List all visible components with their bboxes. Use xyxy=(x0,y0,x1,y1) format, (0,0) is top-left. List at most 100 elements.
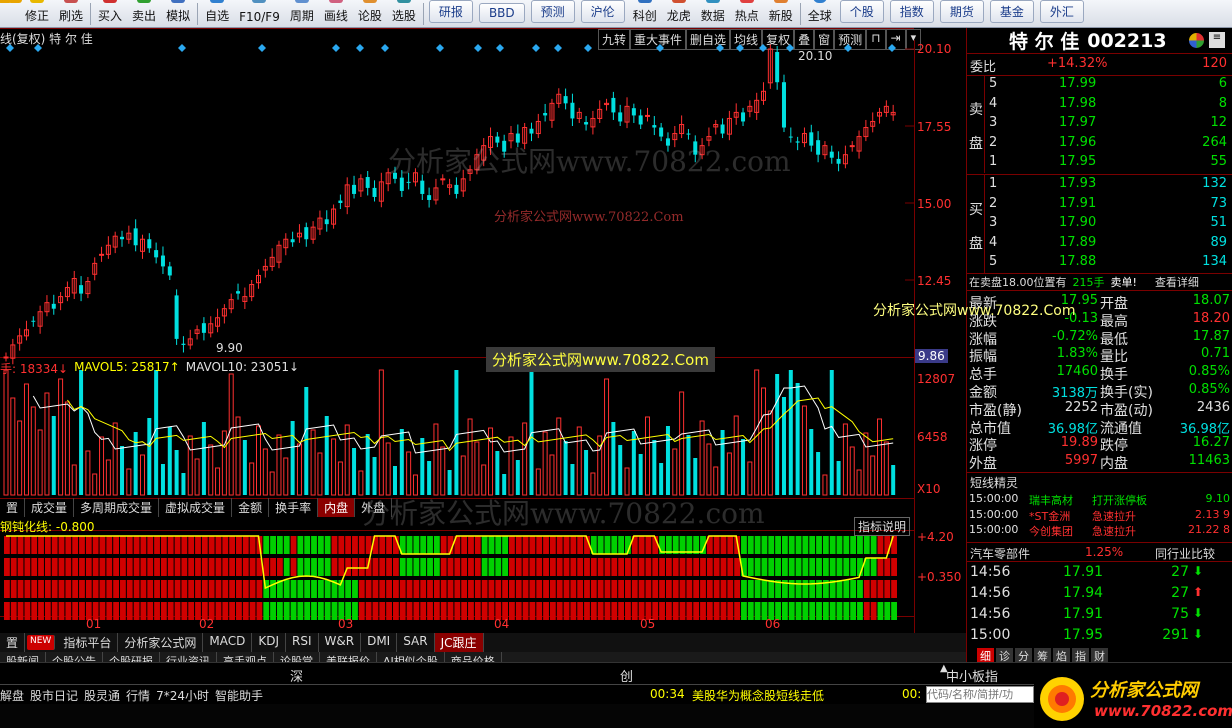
toolbar-item-7[interactable]: 周期 xyxy=(285,0,319,27)
formula-tab-1[interactable]: 指标平台 xyxy=(57,633,119,652)
bottom-link-2[interactable]: 股灵通 xyxy=(84,687,120,704)
buy-order-row[interactable]: 4 17.89 89 xyxy=(967,235,1232,254)
menu-icon[interactable]: ≡ xyxy=(1209,32,1225,48)
market-tab-4[interactable]: 外汇 xyxy=(1039,0,1084,23)
panel-tab-6[interactable]: 财 xyxy=(1091,648,1108,663)
short-elf-row[interactable]: 15:00:00 瑞丰高材 打开涨停板 9.10 xyxy=(967,492,1232,507)
indicator-explain-button[interactable]: 指标说明 xyxy=(854,517,911,536)
news-ticker[interactable]: 美股华为概念股短线走低 xyxy=(692,687,824,704)
formula-tab-0[interactable]: 置 xyxy=(0,633,26,652)
indicator-tab-2[interactable]: 多周期成交量 xyxy=(74,498,160,517)
volume-bar xyxy=(454,370,459,495)
round-button-7[interactable]: 热点 xyxy=(730,0,764,27)
short-elf-row[interactable]: 15:00:00 今创集团 急速拉升 21.22 8 xyxy=(967,523,1232,538)
sell-order-row[interactable]: 3 17.97 12 xyxy=(967,115,1232,134)
collapse-icon[interactable]: ▲ xyxy=(940,663,948,674)
formula-tab-8[interactable]: SAR xyxy=(397,633,435,652)
buy-order-row[interactable]: 5 17.88 134 xyxy=(967,254,1232,273)
toolbar-item-0[interactable]: 修正 xyxy=(20,0,54,27)
forward-button[interactable] xyxy=(8,0,22,27)
toolbar-item-10[interactable]: 选股 xyxy=(387,0,421,27)
volume-bar xyxy=(618,445,623,495)
round-button-6[interactable]: 数据 xyxy=(696,0,730,27)
toolbar-item-5[interactable]: 自选 xyxy=(200,0,234,27)
market-tab-3[interactable]: 基金 xyxy=(989,0,1034,23)
round-button-4[interactable]: 科创 xyxy=(628,0,662,27)
buy-order-row[interactable]: 2 17.91 73 xyxy=(967,196,1232,215)
round-button-5[interactable]: 龙虎 xyxy=(662,0,696,27)
round-button-0[interactable]: 研报 xyxy=(428,0,473,23)
sell-order-row[interactable]: 4 17.98 8 xyxy=(967,96,1232,115)
indicator-tab-5[interactable]: 换手率 xyxy=(269,498,319,517)
short-elf-row[interactable]: 15:00:00 *ST金洲 急速拉升 2.13 9 xyxy=(967,508,1232,523)
market-tab-2[interactable]: 期货 xyxy=(939,0,984,23)
formula-tab-2[interactable]: 分析家公式网 xyxy=(118,633,204,652)
candle-body xyxy=(638,115,643,125)
formula-tabs: 置 NEW 指标平台 分析家公式网 MACD KDJ RSI W&R DMI S… xyxy=(0,633,966,652)
formula-tab-7[interactable]: DMI xyxy=(361,633,398,652)
formula-tab-4[interactable]: KDJ xyxy=(252,633,287,652)
indicator-cell xyxy=(816,536,822,554)
indicator-cell xyxy=(140,536,147,554)
sell-order-row[interactable]: 1 17.95 55 xyxy=(967,154,1232,173)
indicator-tab-4[interactable]: 金额 xyxy=(232,498,270,517)
panel-tab-2[interactable]: 分 xyxy=(1015,648,1032,663)
sell-notice[interactable]: 在卖盘18.00位置有 215手 卖单! 查看详细 xyxy=(967,273,1232,291)
bottom-link-0[interactable]: 解盘 xyxy=(0,687,24,704)
indicator-cell xyxy=(659,580,665,598)
round-button-8[interactable]: 新股 xyxy=(764,0,798,27)
round-button-9[interactable]: 全球 xyxy=(803,0,837,27)
notice-detail-link[interactable]: 查看详细 xyxy=(1155,274,1199,290)
market-tab-1[interactable]: 指数 xyxy=(889,0,934,23)
color-wheel-icon[interactable] xyxy=(1189,33,1204,48)
toolbar-item-2[interactable]: 买入 xyxy=(93,0,127,27)
market-tab-0[interactable]: 个股 xyxy=(839,0,884,23)
panel-tab-4[interactable]: 焰 xyxy=(1053,648,1070,663)
toolbar-item-9[interactable]: 论股 xyxy=(353,0,387,27)
panel-tab-1[interactable]: 诊 xyxy=(996,648,1013,663)
chart-area[interactable]: 线(复权) 特 尔 佳 九转 重大事件 删自选 均线 复权 叠 窗 预测 ⊓ ⇥… xyxy=(0,28,1075,670)
toolbar-item-1[interactable]: 刷选 xyxy=(54,0,88,27)
volume-bar xyxy=(775,374,780,495)
toolbar-item-4[interactable]: 模拟 xyxy=(161,0,195,27)
formula-tab-6[interactable]: W&R xyxy=(319,633,362,652)
indicator-tab-0[interactable]: 置 xyxy=(0,498,26,517)
bottom-link-1[interactable]: 股市日记 xyxy=(30,687,78,704)
bottom-link-4[interactable]: 7*24小时 xyxy=(156,687,209,704)
indicator-tab-3[interactable]: 虚拟成交量 xyxy=(159,498,233,517)
bottom-link-5[interactable]: 智能助手 xyxy=(215,687,263,704)
back-button[interactable] xyxy=(0,0,12,27)
panel-tab-5[interactable]: 指 xyxy=(1072,648,1089,663)
formula-tab-5[interactable]: RSI xyxy=(286,633,319,652)
indicator-cell xyxy=(809,558,816,576)
bottom-link-3[interactable]: 行情 xyxy=(126,687,150,704)
volume-bar xyxy=(624,467,630,496)
volume-bar xyxy=(317,452,323,496)
toolbar-item-6[interactable]: F10/F9 xyxy=(234,0,285,27)
indicator-tab-6[interactable]: 内盘 xyxy=(318,498,356,517)
toolbar-item-8[interactable]: 画线 xyxy=(319,0,353,27)
indicator-cell xyxy=(631,602,638,620)
sector-row[interactable]: 汽车零部件 1.25% 同行业比较 xyxy=(967,542,1232,562)
sell-order-row[interactable]: 2 17.96 264 xyxy=(967,135,1232,154)
buy-order-row[interactable]: 3 17.90 51 xyxy=(967,215,1232,234)
indicator-tab-1[interactable]: 成交量 xyxy=(25,498,75,517)
sell-order-row[interactable]: 5 17.99 6 xyxy=(967,76,1232,95)
formula-tab-3[interactable]: MACD xyxy=(203,633,253,652)
volume-axis-label: 6458 xyxy=(917,430,948,444)
panel-tab-3[interactable]: 筹 xyxy=(1034,648,1051,663)
sector-compare[interactable]: 同行业比较 xyxy=(1155,545,1215,562)
round-button-2[interactable]: 预测 xyxy=(530,0,575,23)
kline-chart[interactable] xyxy=(0,28,966,662)
indicator-cell xyxy=(10,580,17,598)
signal-diamond xyxy=(258,44,266,52)
round-button-3[interactable]: 沪伦 xyxy=(580,0,625,23)
panel-tab-0[interactable]: 细 xyxy=(977,648,994,663)
toolbar-item-3[interactable]: 卖出 xyxy=(127,0,161,27)
search-input[interactable] xyxy=(926,686,1034,703)
round-button-1[interactable]: BBD xyxy=(478,3,525,23)
volume-bar xyxy=(201,422,206,495)
volume-bar xyxy=(71,464,77,496)
buy-order-row[interactable]: 1 17.93 132 xyxy=(967,176,1232,195)
formula-tab-9[interactable]: JC跟庄 xyxy=(434,633,484,652)
